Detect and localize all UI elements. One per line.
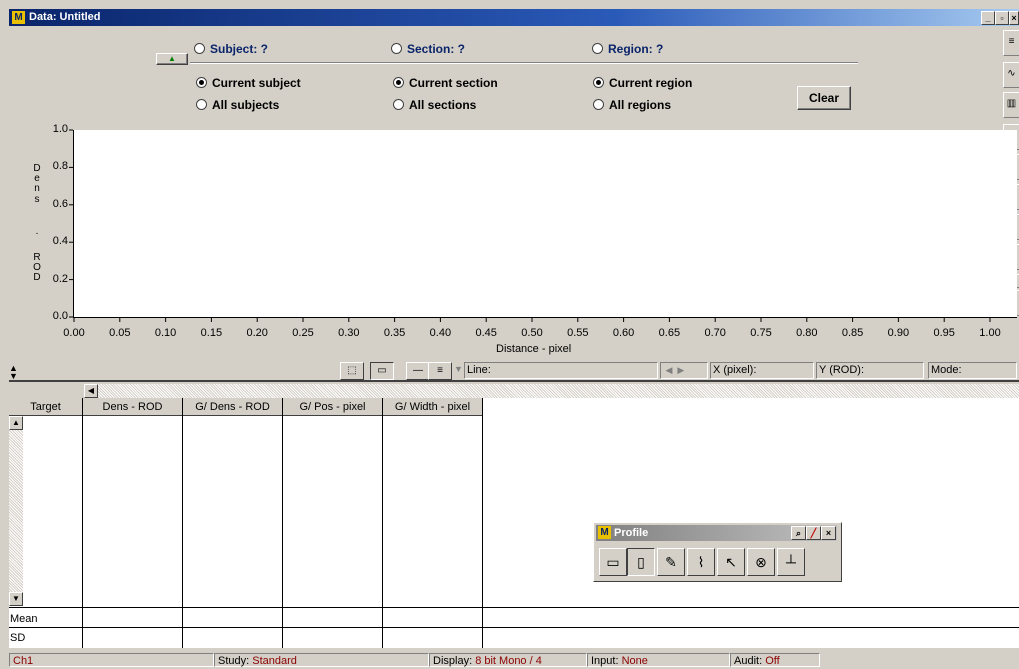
horizontal-profile-icon[interactable]: ▭: [599, 548, 627, 576]
column-header[interactable]: Dens - ROD: [83, 398, 183, 416]
row-divider: [9, 607, 1019, 608]
x-tick-label: 0.00: [63, 327, 85, 339]
app-icon: M: [598, 526, 611, 539]
column-header[interactable]: Target: [9, 398, 83, 416]
baseline-icon[interactable]: ┴: [777, 548, 805, 576]
audit-label: Audit:: [734, 655, 763, 667]
y-tick-label: 0.2: [52, 272, 68, 285]
vertical-scrollbar[interactable]: ▲ ▼: [9, 416, 23, 606]
x-tick-label: 0.40: [429, 327, 452, 339]
profile-toolbar[interactable]: M Profile ⌕ ╱ × ▭ ▯ ✎ ⌇ ↖ ⊗ ┴: [593, 522, 842, 582]
y-tick-label: 0.4: [52, 235, 68, 248]
x-tick-label: 0.15: [200, 327, 223, 339]
mean-row-label: Mean: [10, 613, 38, 625]
freehand-profile-icon[interactable]: ✎: [657, 548, 685, 576]
scroll-up-icon[interactable]: ▲: [9, 416, 23, 430]
line-dropdown-icon[interactable]: ▼: [454, 364, 463, 374]
column-header[interactable]: G/ Dens - ROD: [183, 398, 283, 416]
pane-resize-arrows[interactable]: ▲ ▼: [9, 364, 21, 381]
channel-status: Ch1: [9, 653, 214, 667]
x-tick-label: 0.35: [383, 327, 406, 339]
input-label: Input:: [591, 655, 619, 667]
x-tick-label: 0.85: [841, 327, 864, 339]
audit-value: Off: [765, 655, 780, 667]
x-readout: X (pixel):: [710, 362, 814, 379]
y-tick-label: 0.8: [52, 160, 68, 173]
y-axis-label-char: n: [34, 183, 40, 194]
mode-readout: Mode:: [928, 362, 1017, 379]
single-line-icon[interactable]: —: [406, 362, 430, 380]
pane-splitter[interactable]: [9, 380, 1019, 382]
row-divider: [9, 627, 1019, 628]
x-tick-label: 0.30: [338, 327, 360, 339]
y-axis-label-char: s: [34, 194, 40, 205]
x-tick-label: 0.80: [796, 327, 818, 339]
x-tick-label: 1.00: [979, 327, 1001, 339]
line-readout: Line:: [464, 362, 658, 379]
x-tick-label: 0.70: [704, 327, 726, 339]
x-tick-label: 0.50: [521, 327, 543, 339]
solid-rect-icon[interactable]: ▭: [370, 362, 394, 380]
display-status: Display: 8 bit Mono / 4: [429, 653, 587, 667]
dotted-rect-icon[interactable]: ⬚: [340, 362, 364, 380]
x-tick-label: 0.20: [246, 327, 268, 339]
display-label: Display:: [433, 655, 473, 667]
multi-line-icon[interactable]: ≡: [428, 362, 452, 380]
column-header[interactable]: G/ Width - pixel: [383, 398, 483, 416]
scroll-left-icon[interactable]: ◀: [84, 384, 98, 398]
profile-title: Profile: [614, 527, 649, 539]
study-label: Study:: [218, 655, 250, 667]
column-divider: [482, 398, 483, 648]
pointer-icon[interactable]: ↖: [717, 548, 745, 576]
x-axis-label: Distance - pixel: [496, 343, 572, 355]
column-header[interactable]: G/ Pos - pixel: [283, 398, 383, 416]
audit-status: Audit: Off: [730, 653, 820, 667]
line-nav-arrows[interactable]: ◀ ▶: [660, 362, 708, 379]
study-status: Study: Standard: [214, 653, 429, 667]
axis-ticks: [69, 129, 991, 322]
y-tick-label: 0.0: [52, 310, 68, 322]
results-table: Target Dens - ROD G/ Dens - ROD G/ Pos - pi…: [9, 398, 1019, 648]
horizontal-scrollbar[interactable]: ◀: [84, 384, 1019, 398]
chart-toolstrip: ⬚ ▭ — ≡ ▼ Line: ◀ ▶ X (pixel): Y (ROD): …: [340, 362, 1019, 380]
x-tick-label: 0.10: [154, 327, 177, 339]
status-bar: Ch1 Study: Standard Display: 8 bit Mono …: [9, 652, 1019, 669]
y-readout: Y (ROD):: [816, 362, 924, 379]
sd-row-label: SD: [10, 632, 26, 644]
display-value: 8 bit Mono / 4: [475, 655, 542, 667]
y-tick-label: 0.6: [52, 197, 68, 210]
cancel-icon[interactable]: ⊗: [747, 548, 775, 576]
x-tick-label: 0.55: [567, 327, 589, 339]
y-tick-label: 1.0: [52, 123, 68, 135]
study-value: Standard: [252, 655, 297, 667]
close-icon[interactable]: ×: [821, 526, 836, 540]
input-status: Input: None: [587, 653, 730, 667]
polyline-profile-icon[interactable]: ⌇: [687, 548, 715, 576]
x-tick-label: 0.60: [612, 327, 635, 339]
input-value: None: [621, 655, 648, 667]
x-tick-label: 0.75: [750, 327, 772, 339]
x-tick-label: 0.95: [933, 327, 955, 339]
x-tick-label: 0.25: [292, 327, 314, 339]
x-tick-label: 0.90: [887, 327, 910, 339]
column-divider: [82, 398, 83, 648]
column-divider: [182, 398, 183, 648]
x-tick-label: 0.45: [475, 327, 497, 339]
pencil-icon[interactable]: ╱: [806, 526, 821, 540]
column-divider: [382, 398, 383, 648]
column-divider: [282, 398, 283, 648]
scroll-down-icon[interactable]: ▼: [9, 592, 23, 606]
y-axis-label-char: .: [35, 226, 39, 237]
profile-titlebar[interactable]: M Profile ⌕ ╱ ×: [596, 525, 837, 541]
x-tick-label: 0.05: [109, 327, 131, 339]
x-tick-label: 0.65: [658, 327, 681, 339]
y-axis-label-char: D: [33, 272, 41, 283]
zoom-icon[interactable]: ⌕: [791, 526, 806, 540]
vertical-profile-icon[interactable]: ▯: [627, 548, 655, 576]
